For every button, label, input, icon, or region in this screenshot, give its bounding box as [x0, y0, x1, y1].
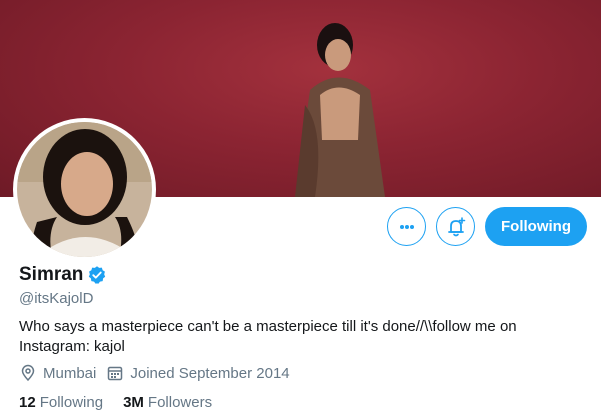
- following-label: Following: [39, 394, 104, 411]
- following-stat[interactable]: 12 Following: [19, 394, 103, 411]
- calendar-icon: [108, 366, 123, 381]
- location-text: Mumbai: [43, 364, 97, 382]
- profile-meta: Mumbai Joined September 2014: [19, 364, 300, 382]
- profile-avatar[interactable]: [13, 118, 156, 261]
- avatar-photo: [17, 122, 152, 257]
- following-count: 12: [19, 394, 36, 411]
- profile-bio: Who says a masterpiece can't be a master…: [19, 318, 517, 355]
- followers-count: 3M: [123, 394, 144, 411]
- verified-badge-icon: [89, 266, 106, 284]
- notifications-button[interactable]: [436, 207, 475, 246]
- more-button[interactable]: [387, 207, 426, 246]
- profile-name-row: Simran: [19, 264, 107, 286]
- profile-stats: 12 Following 3M Followers: [19, 394, 232, 411]
- followers-stat[interactable]: 3M Followers: [123, 394, 212, 411]
- following-button[interactable]: Following: [485, 207, 587, 246]
- profile-handle: @itsKajolD: [19, 290, 94, 307]
- location-pin-icon: [21, 364, 35, 382]
- profile-joined: Joined September 2014: [106, 364, 290, 382]
- more-horizontal-icon: [399, 224, 414, 229]
- banner-photo: [295, 23, 385, 197]
- profile-location: Mumbai: [19, 364, 96, 382]
- bell-plus-icon: [447, 216, 465, 236]
- joined-text: Joined September 2014: [130, 364, 290, 382]
- profile-name: Simran: [19, 264, 84, 285]
- followers-label: Followers: [147, 394, 213, 411]
